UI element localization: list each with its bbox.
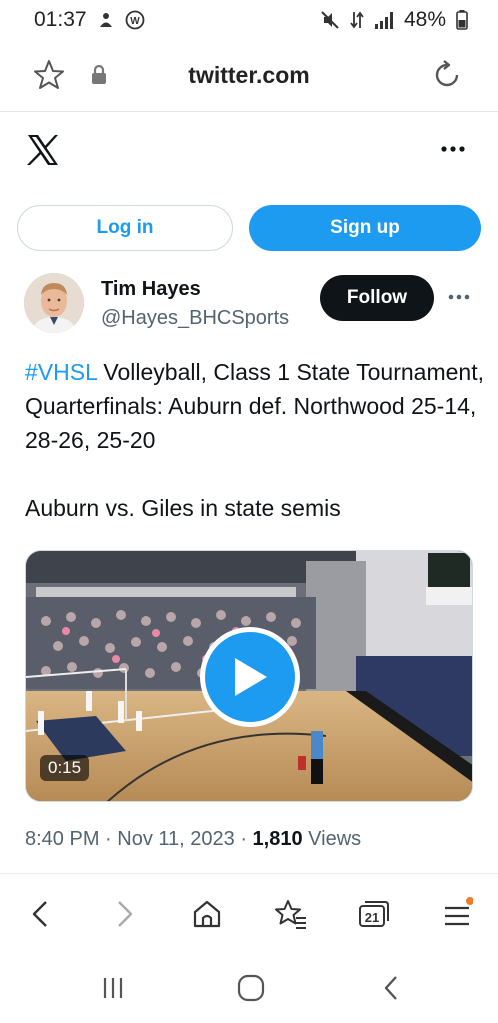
home-nav-icon[interactable] [236,973,266,1003]
menu-icon[interactable] [436,894,476,934]
tweet-meta: 8:40 PM · Nov 11, 2023 · 1,810 Views [25,828,361,851]
video-duration: 0:15 [40,755,90,781]
reload-icon[interactable] [430,58,464,97]
avatar[interactable] [24,273,84,333]
home-icon[interactable] [187,894,227,934]
more-icon[interactable] [440,140,466,158]
notification-icon [97,11,115,29]
tweet-date[interactable]: Nov 11, 2023 [117,828,235,850]
views-count: 1,810 [252,828,303,850]
recent-apps-icon[interactable] [98,973,128,1003]
tabs-count: 21 [365,910,379,925]
browser-bottom-bar: 21 [0,873,498,951]
login-button[interactable]: Log in [17,205,233,251]
x-header [0,112,498,190]
status-time: 01:37 [34,8,87,31]
hashtag-link[interactable]: #VHSL [25,359,97,385]
browser-url-bar: twitter.com [0,40,498,112]
signal-icon [374,11,394,29]
back-icon[interactable] [20,894,60,934]
author-name[interactable]: Tim Hayes [101,278,201,301]
star-icon[interactable] [32,58,66,97]
wordpress-icon: W [125,10,145,30]
battery-percent: 48% [403,8,446,31]
signup-button[interactable]: Sign up [249,205,481,251]
meta-separator: · [99,828,118,850]
svg-text:W: W [130,16,140,27]
bookmarks-icon[interactable] [271,894,311,934]
author-handle[interactable]: @Hayes_BHCSports [101,307,289,330]
follow-button[interactable]: Follow [320,275,434,321]
tweet-more-icon[interactable] [448,287,470,305]
views-label: Views [302,828,362,850]
meta-separator: · [234,828,253,850]
x-logo-icon[interactable] [26,134,60,171]
status-right: 48% [320,8,468,32]
android-nav-bar [0,951,498,1023]
url-text[interactable]: twitter.com [0,62,498,89]
tweet-text: #VHSL Volleyball, Class 1 State Tourname… [25,355,485,525]
tweet-paragraph-2: Auburn vs. Giles in state semis [25,495,341,521]
status-left: 01:37 W [34,8,145,32]
back-nav-icon[interactable] [376,973,406,1003]
play-button[interactable] [200,627,300,727]
lock-icon[interactable] [89,64,109,91]
mute-icon [320,10,340,30]
tabs-icon[interactable]: 21 [354,894,394,934]
battery-icon [456,10,468,30]
tweet-time[interactable]: 8:40 PM [25,828,99,850]
status-bar: 01:37 W 48% [0,0,498,40]
forward-icon[interactable] [105,894,145,934]
tweet-paragraph-1: #VHSL Volleyball, Class 1 State Tourname… [25,355,485,457]
data-transfer-icon [350,10,364,30]
video-player[interactable]: 0:15 [25,550,473,802]
play-icon [205,632,295,722]
